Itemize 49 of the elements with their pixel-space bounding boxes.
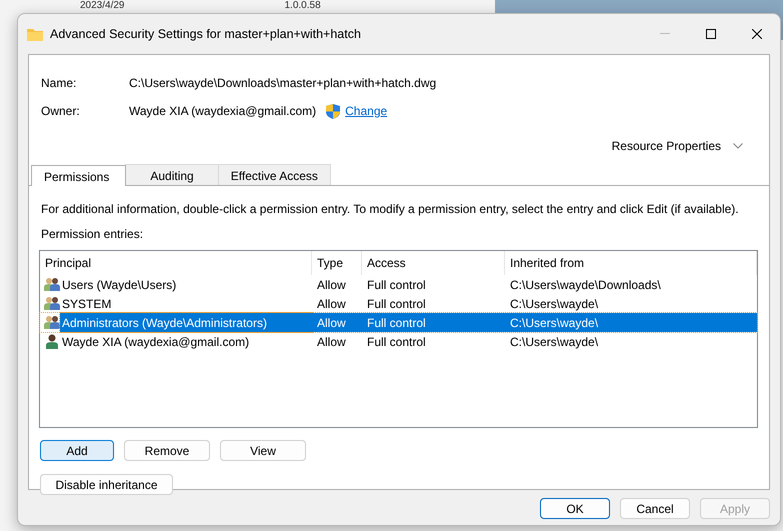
disable-inheritance-button[interactable]: Disable inheritance [40, 474, 173, 495]
background-text: 1.0.0.58 [284, 0, 321, 12]
column-header[interactable]: Type [312, 251, 362, 275]
user-icon [44, 334, 60, 349]
dialog-button[interactable]: OK [540, 498, 610, 519]
dialog-button[interactable]: Cancel [620, 498, 690, 519]
tab[interactable]: Permissions [31, 165, 126, 186]
instructions-text: For additional information, double-click a permission entry. To modify a permission entry, select the entry and click Edit (if available). [41, 201, 740, 218]
table-cell[interactable]: Administrators (Wayde\Administrators) [60, 313, 312, 332]
entry-button[interactable]: View [220, 440, 306, 461]
user-group-icon [44, 277, 60, 292]
window-title: Advanced Security Settings for master+plan+with+hatch [50, 26, 362, 43]
permission-entries-label: Permission entries: [41, 226, 144, 243]
entry-button[interactable]: Remove [124, 440, 210, 461]
table-cell-text: Full control [366, 276, 427, 294]
resource-properties-toggle[interactable]: Resource Properties [612, 137, 721, 155]
table-cell-text: Full control [366, 334, 427, 350]
table-cell[interactable]: SYSTEM [60, 294, 312, 313]
minimize-icon [660, 33, 670, 35]
owner-label: Owner: [41, 103, 81, 120]
table-cell-text: C:\Users\wayde\ [509, 334, 600, 350]
column-header[interactable]: Access [362, 251, 505, 275]
change-link[interactable]: Change [345, 102, 388, 120]
column-header[interactable]: Principal [40, 251, 312, 275]
background-text: 2023/4/29 [80, 0, 124, 12]
shield-icon [326, 104, 340, 118]
entry-button[interactable]: Add [40, 440, 114, 461]
table-cell-text: Allow [316, 334, 347, 350]
table-cell-text: Allow [316, 276, 347, 294]
tab[interactable]: Auditing [125, 164, 219, 185]
table-cell-text: Full control [366, 296, 427, 312]
table-cell-text: C:\Users\wayde\Downloads\ [509, 276, 662, 294]
table-cell: Full control [362, 313, 505, 332]
name-value: C:\Users\wayde\Downloads\master+plan+with+hatch.dwg [129, 75, 436, 92]
column-header[interactable]: Inherited from [505, 251, 757, 275]
close-icon [752, 29, 762, 39]
owner-value: Wayde XIA (waydexia@gmail.com) [129, 103, 316, 120]
table-cell: C:\Users\wayde\ [505, 313, 757, 332]
table-cell-text: Allow [316, 296, 347, 312]
tab[interactable]: Effective Access [218, 164, 331, 185]
name-label: Name: [41, 75, 78, 92]
folder-icon [26, 26, 44, 42]
user-group-icon [44, 315, 60, 330]
table-cell-text: C:\Users\wayde\ [509, 296, 600, 312]
maximize-icon [706, 29, 716, 39]
table-cell[interactable]: Users (Wayde\Users) [60, 275, 312, 294]
table-cell: Allow [312, 313, 362, 332]
user-group-icon [44, 296, 60, 311]
table-cell[interactable]: Wayde XIA (waydexia@gmail.com) [60, 332, 312, 351]
